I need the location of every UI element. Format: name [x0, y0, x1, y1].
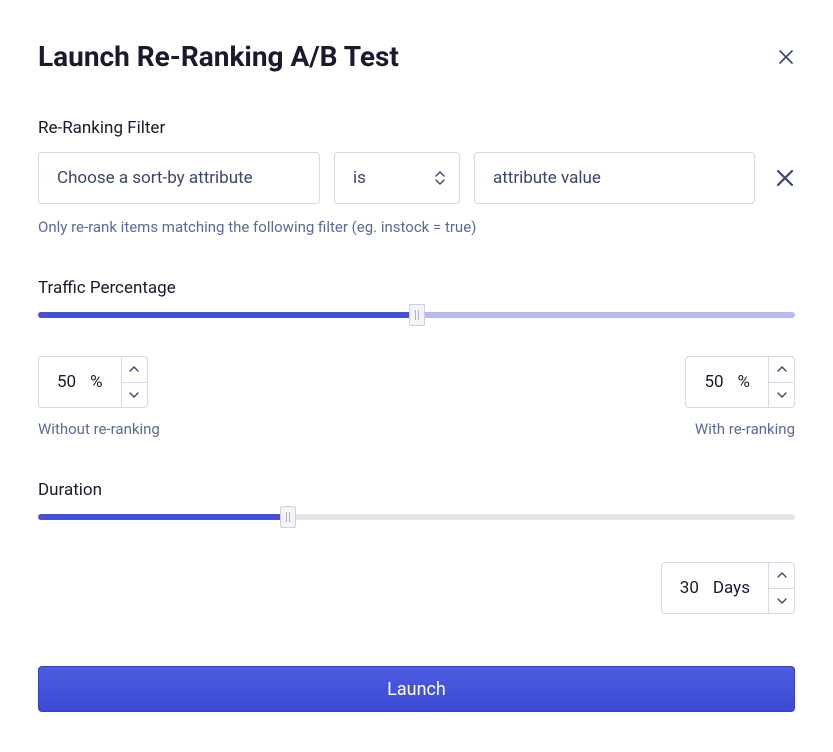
close-icon[interactable] [777, 48, 795, 66]
increment-button[interactable] [769, 563, 794, 589]
duration-label: Duration [38, 480, 795, 500]
operator-value: is [353, 168, 366, 188]
decrement-button[interactable] [122, 383, 147, 408]
without-value: 50 [57, 372, 76, 392]
decrement-button[interactable] [769, 589, 794, 614]
increment-button[interactable] [769, 357, 794, 383]
with-caption: With re-ranking [695, 420, 795, 438]
duration-stepper[interactable]: 30 Days [661, 562, 795, 614]
remove-filter-icon[interactable] [775, 168, 795, 188]
launch-button[interactable]: Launch [38, 666, 795, 712]
filter-hint: Only re-rank items matching the followin… [38, 218, 795, 236]
duration-value: 30 [680, 578, 699, 598]
chevron-up-down-icon [435, 171, 445, 185]
percent-unit: % [90, 372, 102, 392]
traffic-label: Traffic Percentage [38, 278, 795, 298]
duration-slider-fill [38, 514, 288, 520]
with-value: 50 [704, 372, 723, 392]
operator-select[interactable]: is [334, 152, 460, 204]
decrement-button[interactable] [769, 383, 794, 408]
duration-slider-thumb[interactable] [280, 506, 296, 528]
duration-unit: Days [713, 578, 750, 598]
with-reranking-stepper[interactable]: 50 % [685, 356, 795, 408]
page-title: Launch Re-Ranking A/B Test [38, 40, 399, 73]
traffic-slider[interactable] [38, 312, 795, 318]
traffic-slider-thumb[interactable] [409, 304, 425, 326]
traffic-slider-fill [38, 312, 417, 318]
increment-button[interactable] [122, 357, 147, 383]
filter-label: Re-Ranking Filter [38, 118, 795, 138]
attribute-value-field[interactable]: attribute value [474, 152, 755, 204]
percent-unit: % [738, 372, 750, 392]
without-reranking-stepper[interactable]: 50 % [38, 356, 148, 408]
sort-attribute-field[interactable]: Choose a sort-by attribute [38, 152, 320, 204]
filter-row: Choose a sort-by attribute is attribute … [38, 152, 795, 204]
duration-slider[interactable] [38, 514, 795, 520]
without-caption: Without re-ranking [38, 420, 160, 438]
